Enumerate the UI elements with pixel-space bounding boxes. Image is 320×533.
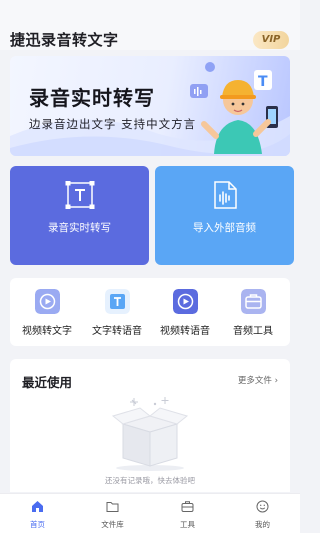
toolbox-icon: [241, 289, 266, 314]
tab-profile[interactable]: 我的: [225, 494, 300, 533]
empty-state-text: 还没有记录哦，快去体验吧: [105, 476, 195, 485]
vip-badge[interactable]: VIP: [253, 31, 289, 49]
tool-video-to-text[interactable]: 视频转文字: [12, 289, 82, 339]
import-audio-label: 导入外部音频: [193, 222, 256, 234]
realtime-transcribe-label: 录音实时转写: [48, 222, 111, 234]
text-t-icon: [105, 289, 130, 314]
status-bar: [0, 0, 300, 22]
tab-home[interactable]: 首页: [0, 494, 75, 533]
promo-banner[interactable]: 录音实时转写 边录音边出文字 支持中文方言 T: [10, 56, 290, 156]
tool-label: 文字转语音: [92, 326, 142, 337]
chevron-right-icon: ›: [274, 376, 278, 386]
briefcase-icon: [181, 501, 194, 512]
video-play-icon: [173, 289, 198, 314]
realtime-transcribe-card[interactable]: 录音实时转写: [10, 166, 149, 265]
empty-box-illustration: [111, 397, 189, 471]
tab-label: 首页: [30, 520, 45, 529]
app-title: 捷迅录音转文字: [10, 31, 119, 49]
recent-section: 最近使用 更多文件 › 还没有记录哦，快去体验吧: [10, 359, 290, 492]
smile-icon: [256, 500, 269, 513]
tab-label: 我的: [255, 520, 270, 529]
banner-subtitle: 边录音边出文字 支持中文方言: [29, 117, 197, 131]
text-frame-icon: [65, 181, 95, 209]
tools-panel: 视频转文字 文字转语音 视频转语音 音频工具: [10, 278, 290, 346]
tab-label: 文件库: [101, 520, 124, 529]
home-icon: [32, 501, 43, 512]
import-audio-card[interactable]: 导入外部音频: [155, 166, 294, 265]
banner-title: 录音实时转写: [29, 86, 155, 110]
tool-label: 视频转文字: [22, 326, 72, 337]
recent-title: 最近使用: [22, 375, 73, 390]
more-files-link[interactable]: 更多文件 ›: [238, 374, 278, 386]
tool-text-to-speech[interactable]: 文字转语音: [82, 289, 152, 339]
more-files-label: 更多文件: [237, 376, 272, 386]
tool-label: 音频工具: [233, 326, 273, 337]
svg-text:T: T: [258, 74, 268, 90]
tab-label: 工具: [180, 520, 195, 529]
tool-audio-tools[interactable]: 音频工具: [218, 289, 288, 339]
tool-label: 视频转语音: [160, 326, 210, 337]
video-play-icon: [35, 289, 60, 314]
tab-tools[interactable]: 工具: [150, 494, 225, 533]
app-header: 捷迅录音转文字 VIP: [0, 22, 300, 50]
tool-video-to-speech[interactable]: 视频转语音: [150, 289, 220, 339]
bottom-tab-bar: 首页 文件库 工具 我的: [0, 493, 300, 533]
tab-file-library[interactable]: 文件库: [75, 494, 150, 533]
folder-icon: [106, 502, 119, 512]
mascot-illustration: T: [190, 62, 278, 154]
audio-file-icon: [214, 181, 237, 209]
